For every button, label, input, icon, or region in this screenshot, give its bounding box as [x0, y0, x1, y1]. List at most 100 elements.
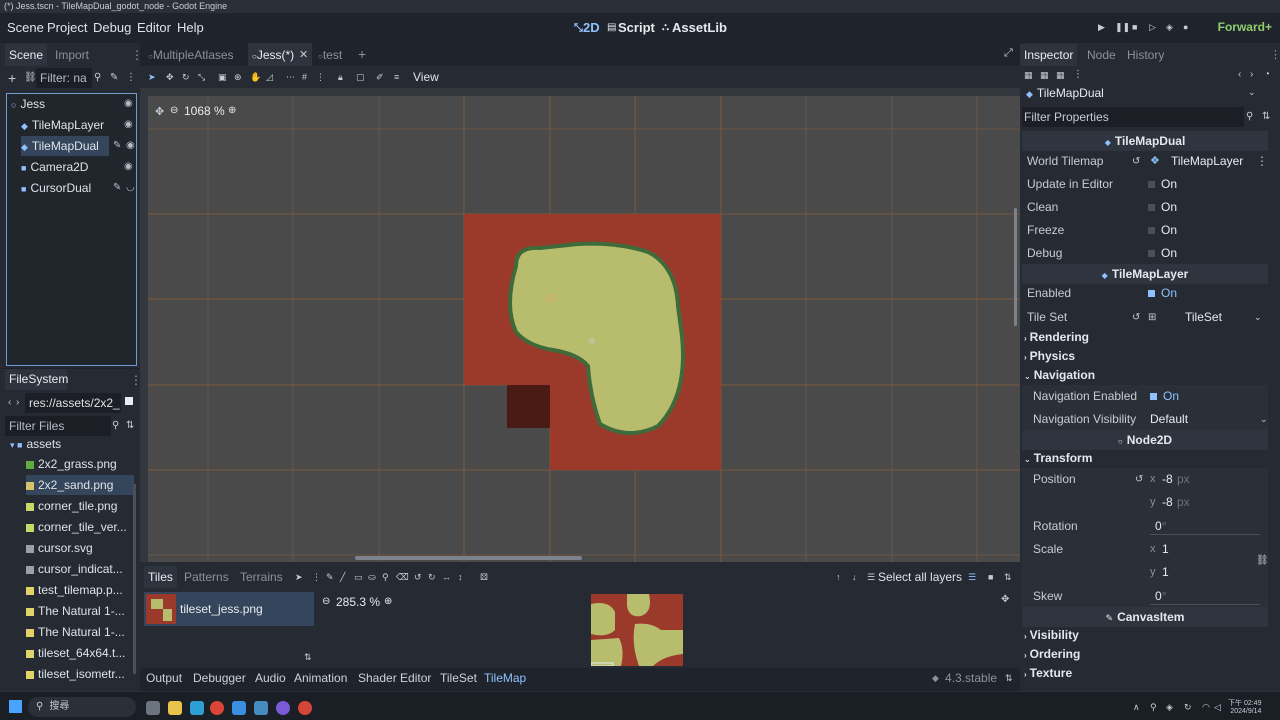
tileset-source-item[interactable]: tileset_jess.png [144, 592, 314, 626]
more-icon[interactable]: ⋮ [312, 572, 321, 583]
picker-tool-icon[interactable]: ⚲ [382, 572, 389, 583]
file-item[interactable]: The Natural 1-... [26, 601, 134, 621]
horizontal-scrollbar[interactable] [355, 556, 582, 560]
visibility-eye-icon[interactable]: ◉ [124, 98, 133, 109]
scene-filter-input[interactable]: Filter: na [36, 68, 92, 88]
visibility-eye-icon[interactable]: ◉ [126, 140, 135, 151]
snap-options-icon[interactable]: ⋮ [316, 72, 325, 83]
tray-icon[interactable]: ↻ [1184, 702, 1192, 713]
more-icon[interactable]: ⋮ [1073, 69, 1083, 80]
stop-icon[interactable]: ■ [1132, 22, 1137, 32]
ruler-tool-icon[interactable]: ◿ [266, 72, 273, 83]
atlas-zoom-level[interactable]: 285.3 % [336, 595, 380, 609]
play-custom-icon[interactable]: ◈ [1166, 22, 1173, 33]
section-physics[interactable]: › Physics [1024, 347, 1075, 366]
tab-tiles[interactable]: Tiles [144, 566, 177, 588]
zoom-in-icon[interactable]: ⊕ [228, 105, 236, 116]
selectable-tool-icon[interactable]: ▣ [218, 72, 227, 83]
file-item[interactable]: corner_tile_ver... [26, 517, 134, 537]
back-icon[interactable]: ‹ [8, 397, 11, 408]
open-resource-icon[interactable]: ▦ [1040, 70, 1049, 81]
link-icon[interactable]: ⛓ [1256, 549, 1269, 572]
filter-options-icon[interactable]: ⇅ [1262, 111, 1270, 122]
rotation-slider[interactable] [1150, 534, 1260, 535]
view-menu[interactable]: View [413, 70, 439, 84]
select-tool-icon[interactable]: ➤ [148, 72, 156, 83]
clock[interactable]: 下午 02:49 2024/9/14 [1228, 700, 1261, 716]
tab-output[interactable]: Output [146, 671, 182, 685]
section-transform[interactable]: ⌄ Transform [1024, 449, 1092, 468]
grid-snap-icon[interactable]: # [302, 72, 307, 82]
file-item[interactable]: The Natural 1-... [26, 622, 134, 642]
menu-editor[interactable]: Editor [137, 20, 171, 35]
paint-tool-icon[interactable]: ✎ [326, 572, 334, 583]
nav-enabled-checkbox[interactable]: On [1150, 385, 1179, 408]
file-filter-input[interactable]: Filter Files [5, 416, 111, 436]
search-icon[interactable]: ⚲ [1246, 111, 1253, 122]
rect-tool-icon[interactable]: ▭ [354, 572, 363, 583]
random-icon[interactable]: ⚄ [480, 572, 488, 583]
scale-tool-icon[interactable]: ⤡ [198, 72, 205, 83]
lock-icon[interactable]: 🔒︎ [338, 72, 343, 83]
scrollbar[interactable] [133, 484, 136, 674]
revert-icon[interactable]: ↺ [1135, 468, 1143, 491]
tray-icon[interactable]: ◈ [1166, 702, 1173, 713]
app-icon[interactable] [232, 701, 246, 715]
wifi-icon[interactable]: ◠ [1202, 702, 1210, 713]
search-icon[interactable]: ⚲ [112, 420, 119, 431]
tab-node[interactable]: Node [1087, 48, 1116, 62]
file-item[interactable]: cursor_indicat... [26, 559, 134, 579]
atlas-preview[interactable] [591, 594, 683, 666]
tab-inspector[interactable]: Inspector [1020, 44, 1078, 66]
history-forward-icon[interactable]: › [1250, 69, 1253, 80]
section-rendering[interactable]: › Rendering [1024, 328, 1089, 347]
select-all-layers[interactable]: Select all layers [878, 570, 962, 584]
app-icon[interactable] [190, 701, 204, 715]
tileset-value[interactable]: TileSet [1185, 306, 1222, 329]
world-tilemap-value[interactable]: TileMapLayer [1171, 150, 1243, 173]
skew-slider[interactable] [1150, 604, 1260, 605]
tilemap-canvas[interactable] [148, 96, 1020, 562]
more-icon[interactable]: ⋮ [1256, 150, 1268, 173]
section-visibility[interactable]: › Visibility [1024, 626, 1079, 645]
save-resource-icon[interactable]: ▦ [1056, 70, 1065, 81]
tab-debugger[interactable]: Debugger [193, 671, 246, 685]
source-sort-icon[interactable]: ⇅ [304, 652, 312, 663]
script-attach-icon[interactable]: ✎ [110, 72, 118, 83]
chrome-icon[interactable] [210, 701, 224, 715]
tab-shader-editor[interactable]: Shader Editor [358, 671, 431, 685]
zoom-reset-icon[interactable]: ✥ [155, 105, 164, 118]
flip-h-icon[interactable]: ↔ [442, 572, 451, 582]
more-icon[interactable]: ≡ [394, 72, 399, 82]
clean-checkbox[interactable]: On [1148, 196, 1177, 219]
smart-snap-icon[interactable]: ⋯ [286, 72, 295, 83]
section-texture[interactable]: › Texture [1024, 664, 1072, 683]
zoom-level[interactable]: 1068 % [184, 104, 225, 118]
tab-history[interactable]: History [1127, 48, 1164, 62]
rotate-left-icon[interactable]: ↺ [414, 572, 422, 583]
rotate-right-icon[interactable]: ↻ [428, 572, 436, 583]
highlight-layer-icon[interactable]: ☰ [968, 572, 976, 583]
filter-properties-input[interactable]: Filter Properties [1022, 107, 1244, 127]
debug-checkbox[interactable]: On [1148, 242, 1177, 265]
tab-patterns[interactable]: Patterns [184, 570, 229, 584]
menu-scene[interactable]: Scene [7, 20, 44, 35]
section-ordering[interactable]: › Ordering [1024, 645, 1080, 664]
line-tool-icon[interactable]: ╱ [340, 572, 345, 583]
explorer-icon[interactable] [168, 701, 182, 715]
add-tab-icon[interactable]: + [358, 46, 366, 62]
node-jess[interactable]: ○ Jess [11, 94, 45, 114]
visibility-eye-icon[interactable]: ◡ [126, 182, 135, 193]
file-item[interactable]: test_tilemap.p... [26, 580, 134, 600]
zoom-out-icon[interactable]: ⊖ [322, 596, 330, 607]
expand-icon[interactable]: ✥ [1001, 594, 1009, 605]
settings-icon[interactable]: ⇅ [1004, 572, 1012, 583]
menu-help[interactable]: Help [177, 20, 204, 35]
node-tilemaplayer[interactable]: ◆ TileMapLayer [21, 115, 104, 135]
tab-audio[interactable]: Audio [255, 671, 286, 685]
position-x-field[interactable]: -8 [1162, 468, 1173, 491]
split-mode-icon[interactable] [125, 397, 133, 405]
docs-icon[interactable]: ◔ [1264, 69, 1270, 80]
position-y-field[interactable]: -8 [1162, 491, 1173, 514]
play-scene-icon[interactable]: ▷ [1149, 22, 1156, 33]
